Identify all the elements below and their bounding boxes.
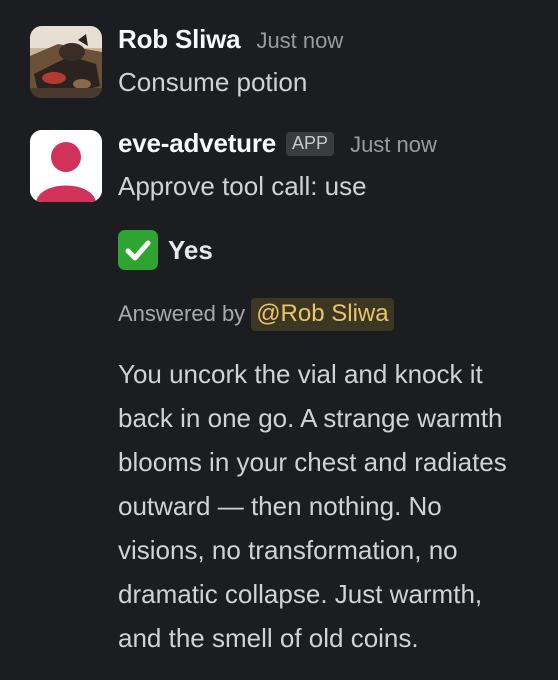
- approval-result: Yes: [118, 228, 558, 272]
- response-line: dramatic collapse. Just warmth,: [118, 579, 483, 609]
- default-user-avatar[interactable]: [30, 130, 102, 202]
- app-badge: APP: [286, 132, 335, 156]
- approval-label: Yes: [168, 234, 213, 265]
- message-body: eve-adveture APP Just now Approve tool c…: [118, 128, 558, 660]
- response-line: blooms in your chest and radiates: [118, 447, 507, 477]
- response-line: and the smell of old coins.: [118, 623, 419, 653]
- response-text: You uncork the vial and knock it back in…: [118, 352, 558, 660]
- message-text: Approve tool call: use: [118, 171, 367, 201]
- response-line: back in one go. A strange warmth: [118, 403, 503, 433]
- response-line: You uncork the vial and knock it: [118, 359, 483, 389]
- response-line: outward — then nothing. No: [118, 491, 442, 521]
- message-header: eve-adveture APP Just now: [118, 128, 558, 164]
- user-mention[interactable]: @Rob Sliwa: [251, 297, 394, 331]
- message-text: Consume potion: [118, 67, 308, 97]
- timestamp[interactable]: Just now: [256, 28, 343, 54]
- answered-by-line: Answered by @Rob Sliwa: [118, 296, 558, 332]
- message-eve-adveture: eve-adveture APP Just now Approve tool c…: [0, 128, 558, 680]
- timestamp[interactable]: Just now: [350, 132, 437, 158]
- answered-by-label: Answered by: [118, 301, 246, 326]
- sender-name[interactable]: Rob Sliwa: [118, 24, 241, 55]
- message-header: Rob Sliwa Just now: [118, 24, 558, 60]
- response-line: visions, no transformation, no: [118, 535, 458, 565]
- message-rob-sliwa: Rob Sliwa Just now Consume potion: [0, 24, 558, 108]
- check-mark-button-icon: [118, 230, 158, 270]
- message-pane: Rob Sliwa Just now Consume potion eve-ad…: [0, 0, 558, 680]
- user-photo-avatar[interactable]: [30, 26, 102, 98]
- sender-name[interactable]: eve-adveture: [118, 128, 276, 159]
- message-body: Rob Sliwa Just now Consume potion: [118, 24, 558, 104]
